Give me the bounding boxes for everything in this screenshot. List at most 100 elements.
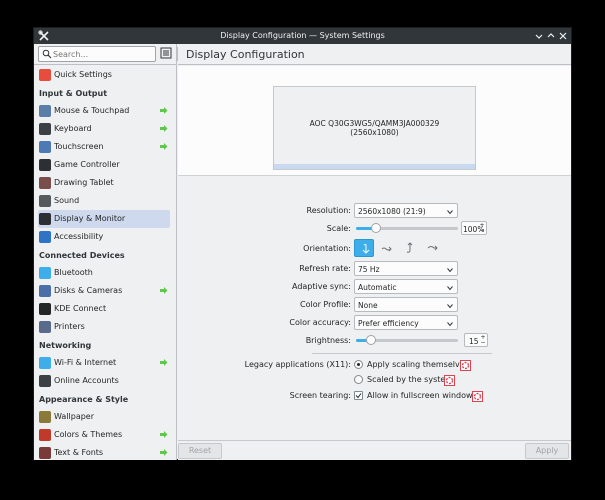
mouse-icon (39, 105, 51, 117)
orientation-inverted-button[interactable] (400, 239, 420, 257)
sidebar-item-label: Disks & Cameras (54, 286, 123, 295)
sidebar-item-quick-settings[interactable]: Quick Settings (38, 66, 170, 84)
legacy-apps-label: Legacy applications (X11): (244, 360, 351, 369)
arrow-right-icon (159, 448, 168, 457)
sidebar-item-game-controller[interactable]: Game Controller (38, 156, 170, 174)
spin-arrows-icon[interactable]: + − (479, 223, 485, 234)
gamepad-icon (39, 159, 51, 171)
sidebar-item-label: Quick Settings (54, 70, 112, 79)
color-accuracy-row: Color accuracy: Prefer efficiency (178, 314, 571, 330)
reset-default-icon[interactable] (472, 391, 483, 402)
sidebar-item-label: Printers (54, 322, 85, 331)
network-icon (39, 357, 51, 369)
monitor-preview-area: AOC Q30G3WG5/QAMM3JA000329 (2560x1080) (178, 66, 571, 176)
sidebar-item-mouse-touchpad[interactable]: Mouse & Touchpad (38, 102, 170, 120)
color-profile-label: Color Profile: (300, 300, 351, 309)
phone-icon (39, 303, 51, 315)
refresh-rate-label: Refresh rate: (299, 264, 351, 273)
sidebar-item-touchscreen[interactable]: Touchscreen (38, 138, 170, 156)
orientation-label: Orientation: (303, 244, 351, 253)
system-settings-window: Display Configuration — System Settings (33, 27, 572, 460)
scale-spinbox[interactable]: 100% + − (461, 221, 487, 235)
allow-tearing-option[interactable]: Allow in fullscreen windows (354, 390, 484, 402)
chevron-down-icon (447, 320, 453, 327)
adaptive-sync-row: Adaptive sync: Automatic (178, 278, 571, 294)
resolution-row: Resolution: 2560x1080 (21:9) (178, 202, 571, 218)
scale-label: Scale: (326, 224, 351, 233)
resolution-dropdown[interactable]: 2560x1080 (21:9) (354, 203, 458, 218)
minimize-icon[interactable] (533, 30, 545, 42)
checkbox-checked[interactable] (354, 391, 363, 400)
chevron-down-icon (447, 302, 453, 309)
color-profile-row: Color Profile: None (178, 296, 571, 312)
brightness-label: Brightness: (305, 336, 351, 345)
arrow-right-icon (159, 124, 168, 133)
spin-arrows-icon[interactable]: + − (480, 335, 486, 346)
apply-button[interactable]: Apply (525, 443, 569, 459)
legacy-option-scaled-by-system[interactable]: Scaled by the system (354, 374, 494, 386)
legacy-option-2-label: Scaled by the system (367, 375, 454, 384)
reset-button[interactable]: Reset (178, 443, 222, 459)
sidebar-item-drawing-tablet[interactable]: Drawing Tablet (38, 174, 170, 192)
adaptive-sync-label: Adaptive sync: (291, 282, 351, 291)
reset-default-icon[interactable] (460, 360, 471, 371)
close-icon[interactable] (557, 30, 569, 42)
tablet-icon (39, 177, 51, 189)
search-icon (42, 49, 52, 59)
scale-slider-handle[interactable] (371, 223, 382, 233)
monitor-preview[interactable]: AOC Q30G3WG5/QAMM3JA000329 (2560x1080) (273, 86, 476, 170)
radio-button-unchecked[interactable] (354, 375, 363, 384)
sidebar-item-text-fonts[interactable]: Text & Fonts (38, 444, 170, 462)
radio-button-checked[interactable] (354, 360, 363, 369)
refresh-rate-row: Refresh rate: 75 Hz (178, 260, 571, 276)
palette-icon (39, 429, 51, 441)
sidebar-item-disks-cameras[interactable]: Disks & Cameras (38, 282, 170, 300)
brightness-row: Brightness: 15 + − (178, 332, 571, 348)
screen-tearing-row: Screen tearing: Allow in fullscreen wind… (178, 388, 571, 404)
sidebar-item-label: Wallpaper (54, 412, 95, 421)
sidebar-item-wi-fi-internet[interactable]: Wi-Fi & Internet (38, 354, 170, 372)
search-field[interactable] (38, 46, 156, 62)
sidebar-item-online-accounts[interactable]: Online Accounts (38, 372, 170, 390)
sidebar-item-label: Keyboard (54, 124, 92, 133)
keyboard-icon (39, 123, 51, 135)
monitor-resolution: (2560x1080) (350, 128, 399, 137)
brightness-slider[interactable] (356, 335, 458, 345)
brightness-spinbox[interactable]: 15 + − (464, 333, 488, 347)
arrow-right-icon (159, 142, 168, 151)
search-input[interactable] (53, 48, 153, 60)
sidebar-item-sound[interactable]: Sound (38, 192, 170, 210)
sidebar-search-row (34, 44, 177, 65)
orientation-portrait-left-button[interactable] (377, 239, 397, 257)
sidebar-item-kde-connect[interactable]: KDE Connect (38, 300, 170, 318)
legacy-option-apply-scaling[interactable]: Apply scaling themselves (354, 359, 494, 371)
color-accuracy-dropdown[interactable]: Prefer efficiency (354, 315, 458, 330)
brightness-slider-handle[interactable] (366, 335, 377, 345)
sidebar-item-display-monitor[interactable]: Display & Monitor (38, 210, 170, 228)
color-profile-dropdown[interactable]: None (354, 297, 458, 312)
reset-default-icon[interactable] (444, 375, 455, 386)
sidebar-item-label: Drawing Tablet (54, 178, 114, 187)
refresh-rate-dropdown[interactable]: 75 Hz (354, 261, 458, 276)
speaker-icon (39, 195, 51, 207)
sidebar-item-colors-themes[interactable]: Colors & Themes (38, 426, 170, 444)
maximize-icon[interactable] (545, 30, 557, 42)
orientation-landscape-button[interactable] (354, 239, 374, 257)
sidebar-item-accessibility[interactable]: Accessibility (38, 228, 170, 246)
scale-slider[interactable] (356, 223, 458, 233)
accessibility-icon (39, 231, 51, 243)
page-title: Display Configuration (186, 48, 305, 61)
adaptive-sync-dropdown[interactable]: Automatic (354, 279, 458, 294)
sidebar-item-keyboard[interactable]: Keyboard (38, 120, 170, 138)
title-bar[interactable]: Display Configuration — System Settings (34, 28, 571, 44)
sidebar-item-label: KDE Connect (54, 304, 107, 313)
sidebar-item-bluetooth[interactable]: Bluetooth (38, 264, 170, 282)
color-accuracy-value: Prefer efficiency (358, 319, 419, 328)
sidebar-item-printers[interactable]: Printers (38, 318, 170, 336)
orientation-portrait-right-button[interactable] (423, 239, 443, 257)
sidebar-item-label: Accessibility (54, 232, 104, 241)
hamburger-menu-icon[interactable] (160, 47, 172, 59)
sidebar-item-wallpaper[interactable]: Wallpaper (38, 408, 170, 426)
sidebar-item-label: Touchscreen (54, 142, 104, 151)
printer-icon (39, 321, 51, 333)
